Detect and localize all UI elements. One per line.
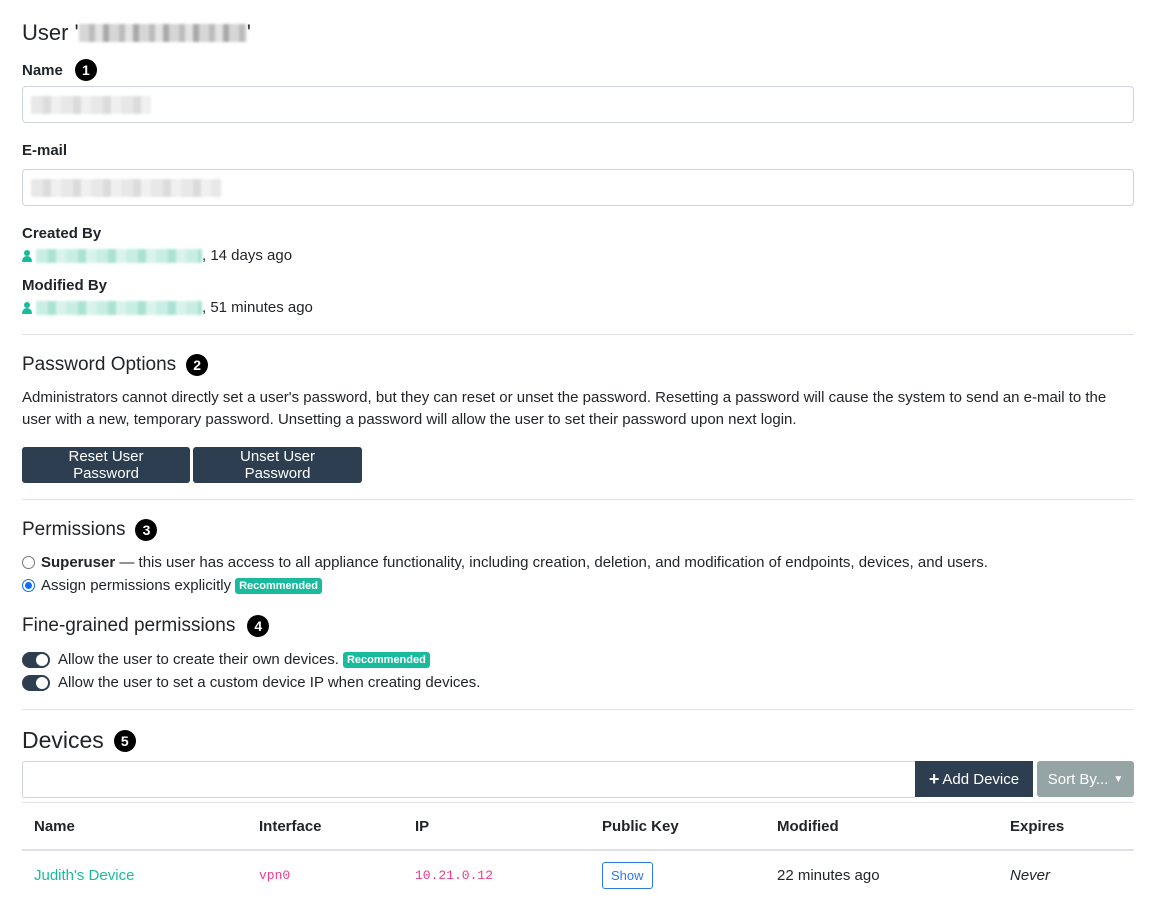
devices-toolbar: + Add Device Sort By... ▼ [22,761,1134,798]
created-when: , 14 days ago [202,247,293,264]
title-suffix: ' [246,20,251,45]
caret-down-icon: ▼ [1113,773,1124,785]
redacted-modifier[interactable] [36,300,202,315]
redacted-email-value [31,179,221,197]
fine-option-create-devices: Allow the user to create their own devic… [22,651,430,668]
col-name: Name [34,817,75,835]
table-row: Judith's Device vpn0 10.21.0.12 Show 22 … [22,850,1134,900]
marker-2: 2 [186,354,209,376]
superuser-description: — this user has access to all appliance … [115,554,988,571]
permissions-section-title: Permissions 3 [22,519,158,541]
redacted-username [78,24,247,42]
modified-by-label: Modified By [22,277,107,294]
password-description: Administrators cannot directly set a use… [22,389,1107,428]
col-modified: Modified [777,817,839,835]
redacted-creator[interactable] [36,248,202,263]
password-section-title: Password Options 2 [22,354,209,376]
add-device-label: Add Device [942,770,1020,788]
page-title: User ' ' [22,20,251,46]
title-prefix: User ' [22,20,79,45]
superuser-option[interactable]: Superuser — this user has access to all … [22,554,988,571]
email-input[interactable] [22,169,1134,206]
devices-title: Devices [22,727,104,753]
explicit-option[interactable]: Assign permissions explicitly Recommende… [22,577,322,594]
explicit-label: Assign permissions explicitly [41,577,232,594]
password-actions: Reset User Password Unset User Password [22,447,362,483]
fine-option-custom-ip: Allow the user to set a custom device IP… [22,674,480,691]
devices-section-title: Devices 5 [22,727,136,754]
created-by-label: Created By [22,225,102,242]
sort-by-dropdown[interactable]: Sort By... ▼ [1037,761,1134,797]
marker-4: 4 [247,615,270,637]
col-interface: Interface [259,817,322,835]
modified-by-row: , 51 minutes ago [22,299,313,316]
password-title: Password Options [22,354,177,375]
create-devices-label: Allow the user to create their own devic… [58,651,339,668]
recommended-badge: Recommended [342,651,430,668]
custom-ip-toggle[interactable] [22,674,50,691]
permissions-title: Permissions [22,519,126,540]
user-icon [22,249,32,262]
explicit-radio[interactable] [22,579,35,592]
sort-by-label: Sort By... [1047,770,1109,788]
marker-5: 5 [113,729,136,752]
device-modified: 22 minutes ago [777,867,880,884]
device-interface: vpn0 [259,868,291,883]
divider [22,499,1134,500]
plus-icon: + [928,768,940,789]
col-ip: IP [415,817,430,835]
col-public-key: Public Key [602,817,679,835]
custom-ip-label: Allow the user to set a custom device IP… [58,674,481,691]
reset-password-button[interactable]: Reset User Password [22,447,190,483]
email-label: E-mail [22,142,68,159]
unset-password-button[interactable]: Unset User Password [193,447,362,483]
device-public-key: Show [602,850,777,900]
fine-section-title: Fine-grained permissions 4 [22,615,270,637]
superuser-radio[interactable] [22,556,35,569]
marker-3: 3 [135,519,158,541]
name-input[interactable] [22,86,1134,123]
divider [22,709,1134,710]
fine-title: Fine-grained permissions [22,615,236,636]
redacted-name-value [31,96,151,114]
device-expires: Never [1010,867,1051,884]
created-by-row: , 14 days ago [22,247,292,264]
superuser-label: Superuser [41,554,116,571]
name-label: Name [22,61,63,79]
marker-1: 1 [74,59,97,81]
modified-when: , 51 minutes ago [202,299,313,316]
device-filter-input[interactable] [22,761,915,798]
recommended-badge: Recommended [235,577,322,594]
table-header-row: Name Interface IP Public Key Modified Ex… [22,803,1134,850]
divider [22,334,1134,335]
devices-table: Name Interface IP Public Key Modified Ex… [22,803,1134,900]
name-label-row: Name 1 [22,59,97,81]
device-ip: 10.21.0.12 [415,868,494,883]
device-name-link[interactable]: Judith's Device [22,850,259,900]
col-expires: Expires [1010,817,1065,835]
create-devices-toggle[interactable] [22,651,50,668]
add-device-button[interactable]: + Add Device [915,761,1033,797]
user-icon [22,301,32,314]
show-key-button[interactable]: Show [602,862,653,889]
